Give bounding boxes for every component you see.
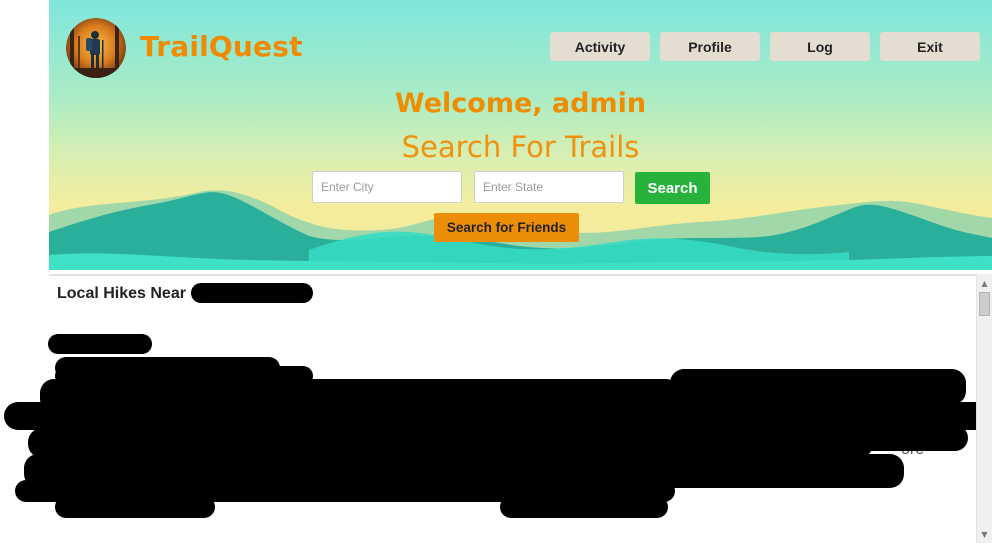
redaction-mark bbox=[500, 496, 668, 518]
nav-activity-button[interactable]: Activity bbox=[550, 32, 650, 61]
hiker-logo[interactable] bbox=[66, 18, 126, 78]
nav-exit-button[interactable]: Exit bbox=[880, 32, 980, 61]
redaction-mark bbox=[4, 402, 992, 430]
scroll-down-icon[interactable]: ▼ bbox=[977, 527, 992, 541]
city-input[interactable] bbox=[312, 171, 462, 203]
scroll-thumb[interactable] bbox=[979, 292, 990, 316]
welcome-message: Welcome, admin bbox=[394, 88, 647, 119]
brand-name: TrailQuest bbox=[140, 30, 303, 63]
results-title: Local Hikes Near bbox=[57, 285, 186, 302]
nav-profile-button[interactable]: Profile bbox=[660, 32, 760, 61]
redaction-mark bbox=[48, 334, 152, 354]
redaction-mark bbox=[858, 425, 968, 451]
search-friends-button[interactable]: Search for Friends bbox=[434, 213, 579, 242]
state-input[interactable] bbox=[474, 171, 624, 203]
results-scrollbar[interactable]: ▲ ▼ bbox=[976, 274, 992, 543]
header-banner: TrailQuest Activity Profile Log Exit Wel… bbox=[49, 0, 992, 270]
scroll-up-icon[interactable]: ▲ bbox=[977, 276, 992, 290]
redaction-mark bbox=[55, 496, 215, 518]
search-button[interactable]: Search bbox=[635, 172, 710, 204]
nav-log-button[interactable]: Log bbox=[770, 32, 870, 61]
redaction-mark bbox=[670, 369, 966, 405]
search-heading: Search For Trails bbox=[401, 130, 640, 164]
redaction-mark bbox=[191, 283, 313, 303]
